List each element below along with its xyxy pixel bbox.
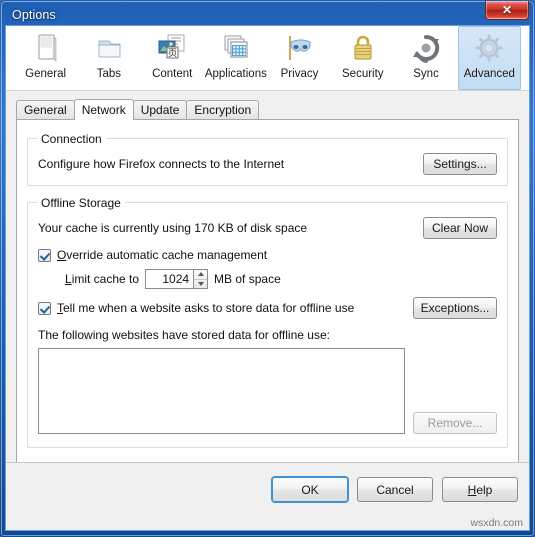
tab-network[interactable]: Network: [73, 99, 134, 120]
tab-label: Update: [140, 103, 180, 117]
sync-arrows-icon: [408, 32, 444, 66]
toolbar-item-content[interactable]: 页 Content: [141, 26, 204, 90]
limit-cache-suffix: MB of space: [214, 272, 281, 286]
limit-cache-stepper[interactable]: [145, 269, 209, 289]
privacy-mask-icon: [282, 32, 318, 66]
toolbar-item-applications[interactable]: Applications: [204, 26, 268, 90]
toolbar-item-sync[interactable]: Sync: [394, 26, 457, 90]
tab-label: Encryption: [194, 103, 252, 117]
close-icon[interactable]: ✕: [485, 1, 529, 20]
stored-sites-listbox[interactable]: [38, 348, 405, 434]
dialog-footer: OK Cancel Help wsxdn.com: [6, 462, 529, 530]
security-padlock-icon: [345, 32, 381, 66]
close-glyph: ✕: [501, 3, 513, 17]
connection-row: Configure how Firefox connects to the In…: [38, 153, 497, 175]
options-window: Options ✕ General Tabs 页 Content Applica…: [0, 0, 535, 537]
window-title: Options: [12, 7, 56, 22]
limit-cache-prefix: Limit cache to: [65, 272, 140, 286]
override-cache-checkbox[interactable]: [38, 248, 51, 262]
stepper-up-icon[interactable]: [194, 270, 208, 280]
ok-button[interactable]: OK: [272, 477, 348, 502]
settings-button[interactable]: Settings...: [423, 153, 497, 175]
tell-me-row: Tell me when a website asks to store dat…: [38, 297, 497, 319]
tabs-folder-icon: [91, 32, 127, 66]
remove-button: Remove...: [413, 412, 497, 434]
applications-windows-icon: [218, 32, 254, 66]
toolbar-item-label: Tabs: [96, 68, 122, 80]
limit-cache-arrows: [193, 269, 209, 289]
limit-cache-input[interactable]: [145, 269, 194, 289]
cancel-button[interactable]: Cancel: [357, 477, 433, 502]
help-button[interactable]: Help: [442, 477, 518, 502]
stepper-down-icon[interactable]: [194, 280, 207, 289]
tab-label: Network: [81, 103, 126, 117]
footer-buttons: OK Cancel Help: [272, 477, 518, 502]
clear-now-button-label: Clear Now: [432, 221, 489, 235]
tell-me-checkbox-group[interactable]: Tell me when a website asks to store dat…: [38, 301, 354, 315]
exceptions-button[interactable]: Exceptions...: [413, 297, 497, 319]
connection-description: Configure how Firefox connects to the In…: [38, 157, 285, 171]
toolbar-item-advanced[interactable]: Advanced: [457, 26, 521, 90]
inner-tabstrip: General Network Update Encryption: [16, 99, 519, 120]
connection-group: Connection Configure how Firefox connect…: [27, 132, 508, 186]
stored-sites-row: Remove...: [38, 348, 497, 434]
title-bar: Options ✕: [5, 1, 530, 25]
offline-storage-groupbox: Offline Storage Your cache is currently …: [27, 196, 508, 448]
override-cache-label: Override automatic cache management: [57, 248, 268, 262]
limit-cache-row: Limit cache to MB of space: [38, 269, 497, 289]
toolbar-item-security[interactable]: Security: [331, 26, 394, 90]
ok-button-label: OK: [301, 482, 319, 497]
tab-update[interactable]: Update: [132, 100, 188, 119]
cache-usage-row: Your cache is currently using 170 KB of …: [38, 217, 497, 239]
tab-label: General: [24, 103, 67, 117]
content-page-icon: 页: [154, 32, 190, 66]
tell-me-checkbox[interactable]: [38, 301, 51, 315]
watermark: wsxdn.com: [470, 517, 523, 529]
svg-text:页: 页: [168, 48, 177, 59]
toolbar-item-label: Sync: [413, 68, 439, 80]
toolbar-item-label: General: [25, 68, 67, 80]
connection-group-title: Connection: [37, 132, 106, 146]
toolbar-item-label: Content: [152, 68, 193, 80]
exceptions-button-label: Exceptions...: [420, 301, 490, 315]
category-toolbar: General Tabs 页 Content Applications Priv…: [6, 26, 529, 91]
clear-now-button[interactable]: Clear Now: [423, 217, 497, 239]
tab-encryption[interactable]: Encryption: [186, 100, 260, 119]
cancel-button-label: Cancel: [376, 482, 414, 497]
override-cache-row[interactable]: Override automatic cache management: [38, 248, 497, 262]
general-document-icon: [28, 32, 64, 66]
stored-sites-label-row: The following websites have stored data …: [38, 328, 497, 342]
tab-general[interactable]: General: [16, 100, 75, 119]
cache-usage-text: Your cache is currently using 170 KB of …: [38, 221, 308, 235]
advanced-gear-icon: [471, 32, 507, 66]
connection-groupbox: Connection Configure how Firefox connect…: [27, 132, 508, 186]
remove-button-label: Remove...: [427, 416, 483, 430]
toolbar-item-privacy[interactable]: Privacy: [268, 26, 331, 90]
stored-sites-label: The following websites have stored data …: [38, 328, 330, 342]
inner-tabstrip-wrapper: General Network Update Encryption: [6, 91, 529, 120]
toolbar-item-label: Security: [342, 68, 384, 80]
network-tab-panel: Connection Configure how Firefox connect…: [16, 119, 519, 477]
offline-storage-group: Offline Storage Your cache is currently …: [27, 196, 508, 448]
toolbar-item-general[interactable]: General: [14, 26, 77, 90]
toolbar-item-label: Advanced: [463, 68, 515, 80]
settings-button-label: Settings...: [433, 157, 487, 171]
toolbar-item-tabs[interactable]: Tabs: [77, 26, 140, 90]
tell-me-label: Tell me when a website asks to store dat…: [57, 301, 355, 315]
toolbar-item-label: Applications: [204, 68, 267, 80]
toolbar-item-label: Privacy: [280, 68, 319, 80]
dialog-client-area: General Tabs 页 Content Applications Priv…: [5, 25, 530, 531]
override-cache-label-rest: verride automatic cache management: [66, 248, 268, 262]
help-button-label: Help: [467, 482, 493, 497]
offline-storage-group-title: Offline Storage: [37, 196, 125, 210]
